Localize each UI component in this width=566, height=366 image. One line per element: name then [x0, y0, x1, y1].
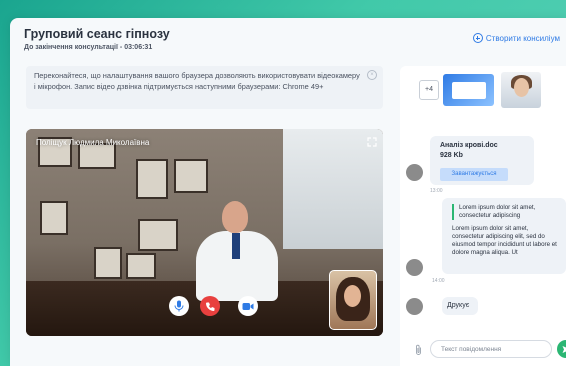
self-view-video	[329, 270, 377, 330]
countdown-text: До закінчення консультації - 03:06:31	[24, 44, 153, 51]
avatar	[406, 298, 423, 315]
participant-name: Поліщук Людмила Миколаївна	[36, 138, 150, 147]
send-icon	[562, 345, 566, 353]
camera-button[interactable]	[238, 296, 258, 316]
message-time: 14:00	[432, 278, 445, 284]
app-root: Груповий сеанс гіпнозу До закінчення кон…	[0, 0, 566, 366]
video-call-panel: Поліщук Людмила Миколаївна	[26, 129, 383, 336]
camera-icon	[242, 302, 254, 310]
thumbnail-card	[452, 82, 486, 99]
chat-panel: +4 Аналіз крові.doc 928 Kb Завантажуєтьс…	[400, 66, 566, 366]
download-status: Завантажується	[440, 168, 508, 181]
create-consilium-label: Створити консиліум	[485, 33, 560, 43]
message-composer: Текст повідомлення	[408, 337, 566, 363]
avatar	[406, 259, 423, 276]
video-scene-frame	[138, 219, 178, 251]
self-view-face	[344, 285, 361, 307]
notice-text: Переконайтеся, що налаштування вашого бр…	[34, 71, 360, 91]
file-size: 928 Kb	[440, 152, 463, 159]
paperclip-icon[interactable]	[414, 344, 423, 356]
send-button[interactable]	[557, 340, 566, 358]
attachment-thumbnail[interactable]	[443, 74, 494, 106]
video-scene-frame	[94, 247, 122, 279]
browser-notice: Переконайтеся, що налаштування вашого бр…	[26, 66, 383, 109]
phone-icon	[205, 302, 214, 311]
attachment-thumbnail[interactable]	[501, 72, 541, 108]
text-message: Lorem ipsum dolor sit amet, consectetur …	[442, 198, 566, 274]
fullscreen-icon[interactable]	[367, 137, 377, 147]
message-body: Lorem ipsum dolor sit amet, consectetur …	[452, 225, 557, 256]
video-scene-tie	[232, 233, 240, 259]
file-message[interactable]: Аналіз крові.doc 928 Kb Завантажується	[430, 136, 534, 185]
page-title: Груповий сеанс гіпнозу	[24, 27, 170, 41]
video-scene-frame	[126, 253, 156, 279]
more-attachments-button[interactable]: +4	[419, 80, 439, 100]
video-scene-frame	[174, 159, 208, 193]
avatar	[406, 164, 423, 181]
thumbnail-face	[514, 78, 529, 97]
microphone-icon	[174, 300, 184, 312]
plus-circle-icon	[472, 33, 483, 43]
video-scene-frame	[40, 201, 68, 235]
file-name: Аналіз крові.doc	[440, 142, 498, 149]
end-call-button[interactable]	[200, 296, 220, 316]
video-scene-window	[283, 129, 383, 249]
microphone-button[interactable]	[169, 296, 189, 316]
message-time: 13:00	[430, 188, 443, 194]
create-consilium-button[interactable]: Створити консиліум	[472, 33, 560, 43]
close-icon[interactable]: ×	[367, 70, 377, 80]
typing-indicator: Друкує	[442, 297, 478, 315]
video-scene-head	[222, 201, 248, 233]
consultation-card: Груповий сеанс гіпнозу До закінчення кон…	[10, 18, 566, 366]
video-scene-frame	[136, 159, 168, 199]
message-input[interactable]: Текст повідомлення	[430, 340, 552, 358]
quoted-text: Lorem ipsum dolor sit amet, consectetur …	[452, 204, 558, 220]
